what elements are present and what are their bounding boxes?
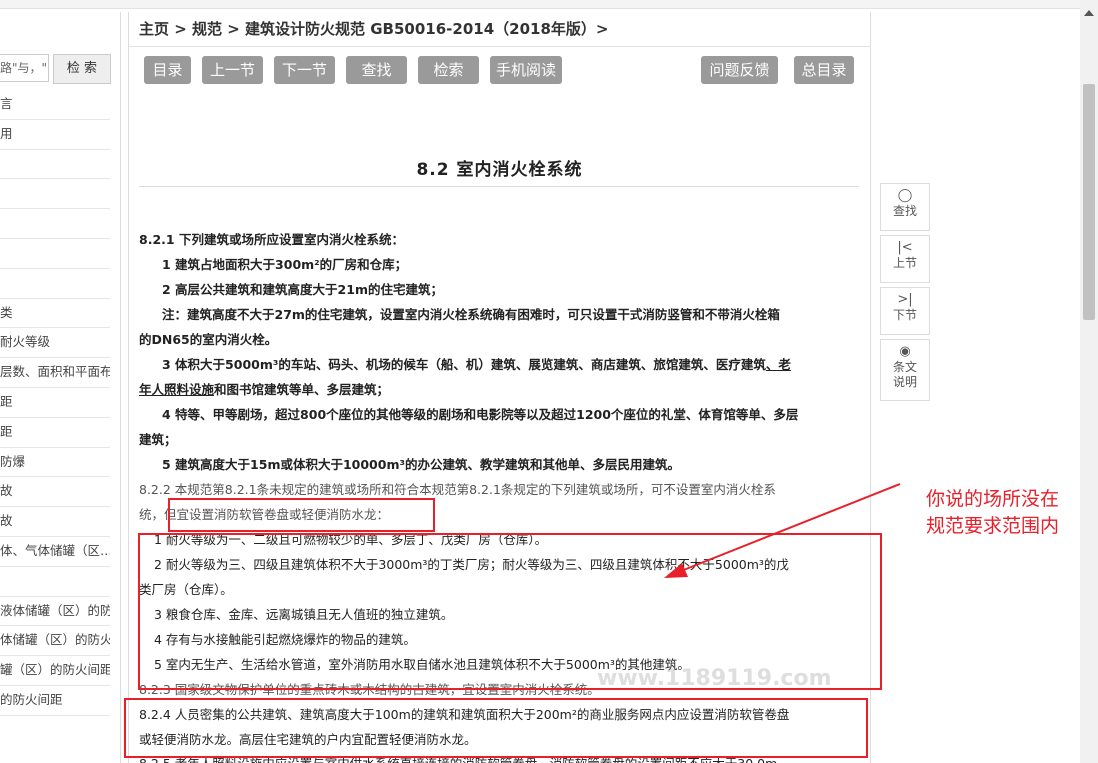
annotation-line: 你说的场所没在: [926, 488, 1060, 510]
scrollbar[interactable]: [1080, 0, 1098, 763]
annotation-arrow: [664, 483, 901, 578]
scrollbar-thumb[interactable]: [1083, 84, 1095, 320]
annotation-text: 你说的场所没在 规范要求范围内: [926, 486, 1059, 540]
scroll-up-icon[interactable]: [1084, 10, 1094, 16]
annotation-line: 规范要求范围内: [926, 515, 1060, 537]
